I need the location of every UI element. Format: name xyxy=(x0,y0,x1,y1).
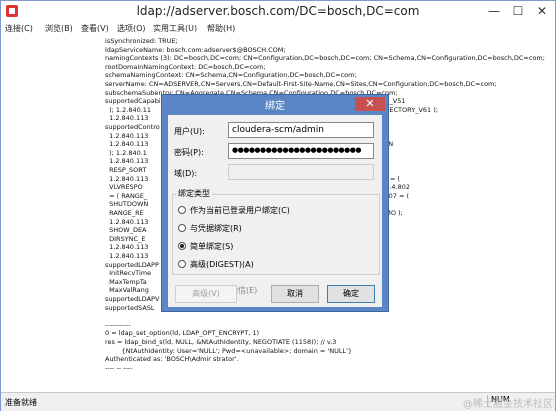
menu-browse[interactable]: 浏览(B) xyxy=(45,23,73,34)
dialog-close-button[interactable]: ✕ xyxy=(355,97,385,111)
advanced-button[interactable]: 高级(V) xyxy=(175,285,237,303)
output-line: supportedLDAPV xyxy=(105,295,160,303)
maximize-button[interactable]: ☐ xyxy=(507,3,529,19)
output-line: ---- -- ---- xyxy=(105,363,133,372)
radio-digest[interactable] xyxy=(178,260,186,268)
domain-label: 域(D): xyxy=(174,169,198,178)
bind-dialog: 绑定 ✕ 用户(U): cloudera-scm/admin 密码(P): ●●… xyxy=(161,94,389,312)
output-line: schemaNamingContext: CN=Schema,CN=Config… xyxy=(105,71,357,80)
menu-view[interactable]: 查看(V) xyxy=(81,23,109,34)
window-title: ldap://adserver.bosch.com/DC=bosch,DC=co… xyxy=(136,4,420,18)
radio-digest-label[interactable]: 高级(DIGEST)(A) xyxy=(190,259,254,270)
dialog-body: 用户(U): cloudera-scm/admin 密码(P): ●●●●●●●… xyxy=(168,115,382,307)
output-line: rootDomainNamingContext: DC=bosch,DC=com… xyxy=(105,62,266,71)
menu-connection[interactable]: 连接(C) xyxy=(5,23,33,34)
status-text: 准备就绪 xyxy=(5,398,37,407)
menu-utilities[interactable]: 实用工具(U) xyxy=(153,23,197,34)
output-line: serverName: CN=ADSERVER,CN=Servers,CN=De… xyxy=(105,80,497,88)
radio-simple-bind[interactable] xyxy=(178,242,186,250)
radio-current-user[interactable] xyxy=(178,206,186,214)
password-label: 密码(P): xyxy=(174,148,204,157)
output-line: res = ldap_bind_s(ld, NULL, &NtAuthIdent… xyxy=(105,338,337,346)
domain-input[interactable] xyxy=(228,164,374,180)
output-line: supportedSASL xyxy=(105,303,155,312)
bind-type-label: 绑定类型 xyxy=(176,188,212,199)
output-line: Authenticated as: 'BOSCH\Admir strator'. xyxy=(105,355,239,364)
menu-options[interactable]: 选项(O) xyxy=(117,23,146,34)
minimize-button[interactable]: — xyxy=(483,3,505,19)
output-line: ----------- xyxy=(105,320,131,329)
output-line: {NtAuthIdentity: User='NULL'; Pwd=<unava… xyxy=(105,346,352,355)
radio-credentials-label[interactable]: 与凭据绑定(R) xyxy=(190,223,242,234)
main-window: ldap://adserver.bosch.com/DC=bosch,DC=co… xyxy=(0,0,556,411)
menu-bar: 连接(C) 浏览(B) 查看(V) 选项(O) 实用工具(U) 帮助(H) xyxy=(1,22,555,36)
title-bar: ldap://adserver.bosch.com/DC=bosch,DC=co… xyxy=(1,1,555,22)
user-input[interactable]: cloudera-scm/admin xyxy=(228,122,374,138)
radio-current-user-label[interactable]: 作为当前已登录用户绑定(C) xyxy=(190,205,290,216)
user-label: 用户(U): xyxy=(174,127,205,136)
output-line: ldapServiceName: bosch.com:adserver$@BOS… xyxy=(105,45,286,54)
output-line: isSynchronized: TRUE; xyxy=(105,37,178,45)
radio-simple-bind-label[interactable]: 简单绑定(S) xyxy=(190,241,233,252)
close-button[interactable]: ✕ xyxy=(531,3,553,19)
ok-button[interactable]: 确定 xyxy=(327,285,375,303)
password-input[interactable]: ●●●●●●●●●●●●●●●●●●●●●●● xyxy=(228,143,374,159)
output-line: 0 = ldap_set_option(ld, LDAP_OPT_ENCRYPT… xyxy=(105,329,260,338)
radio-credentials[interactable] xyxy=(178,224,186,232)
cancel-button[interactable]: 取消 xyxy=(271,285,319,303)
output-line: namingContexts (3): DC=bosch,DC=com; CN=… xyxy=(105,54,545,63)
watermark: @稀土掘金技术社区 xyxy=(463,399,553,410)
menu-help[interactable]: 帮助(H) xyxy=(207,23,235,34)
tree-pane[interactable] xyxy=(1,36,105,392)
output-line: MaxValRang xyxy=(105,286,149,295)
